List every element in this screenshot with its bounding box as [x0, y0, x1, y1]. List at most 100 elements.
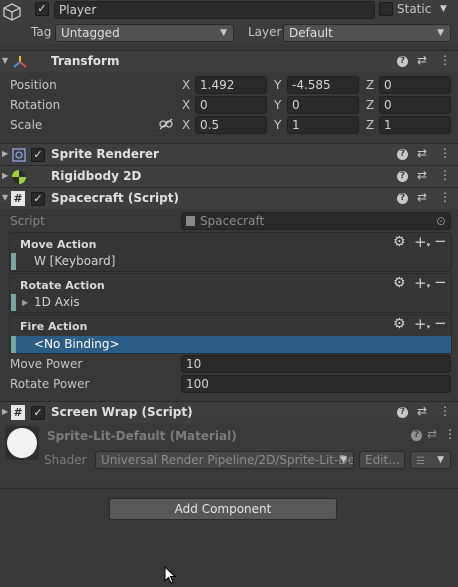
script-file-icon [186, 216, 195, 226]
rotation-y-field[interactable]: 0 [287, 96, 359, 114]
spacecraft-enabled-checkbox[interactable]: ✓ [31, 192, 45, 206]
presets-icon[interactable]: ⇄ [417, 146, 427, 160]
position-y-field[interactable]: -4.585 [287, 76, 359, 94]
layer-label: Layer [248, 25, 282, 39]
rigidbody-icon [11, 169, 27, 188]
axis-y-label[interactable]: Y [274, 78, 281, 92]
script-label: Script [10, 214, 45, 228]
rotation-x-field[interactable]: 0 [195, 96, 267, 114]
fold-arrow-icon[interactable]: ▼ [2, 193, 8, 202]
screen-wrap-enabled-checkbox[interactable]: ✓ [31, 406, 45, 420]
fold-arrow-icon[interactable]: ▶ [2, 407, 8, 416]
shader-label: Shader [44, 453, 87, 467]
layer-dropdown[interactable]: Default ▼ [283, 24, 451, 42]
context-menu-icon[interactable]: ⋮ [439, 404, 451, 418]
position-label: Position [10, 78, 57, 92]
chevron-down-icon: ▼ [437, 28, 444, 38]
presets-icon[interactable]: ⇄ [417, 404, 427, 418]
gear-icon[interactable]: ⚙ [393, 316, 406, 332]
tag-value: Untagged [61, 26, 120, 40]
add-binding-icon[interactable]: +▾ [414, 274, 430, 292]
axis-z-label[interactable]: Z [366, 118, 374, 132]
scale-x-field[interactable]: 0.5 [195, 116, 267, 134]
rotate-action-title: Rotate Action [20, 279, 105, 292]
constrain-proportions-icon[interactable] [159, 118, 173, 133]
scale-z-field[interactable]: 1 [379, 116, 451, 134]
move-power-field[interactable]: 10 [181, 355, 451, 373]
axis-y-label[interactable]: Y [274, 98, 281, 112]
tag-dropdown[interactable]: Untagged ▼ [55, 24, 234, 42]
context-menu-icon[interactable]: ⋮ [439, 190, 451, 204]
add-binding-icon[interactable]: +▾ [414, 233, 430, 251]
context-menu-icon[interactable]: ⋮ [439, 53, 451, 67]
shader-options-button[interactable]: ☰ ▼ [410, 451, 451, 469]
sprite-renderer-header[interactable]: ▶ ✓ Sprite Renderer ? ⇄ ⋮ [0, 143, 458, 165]
static-label: Static [397, 2, 432, 16]
presets-icon[interactable]: ⇄ [417, 53, 427, 67]
object-picker-icon[interactable]: ⊙ [436, 213, 446, 229]
fold-arrow-icon[interactable]: ▶ [2, 149, 8, 158]
help-icon[interactable]: ? [397, 193, 408, 204]
fold-arrow-icon[interactable]: ▼ [2, 56, 8, 65]
sprite-renderer-enabled-checkbox[interactable]: ✓ [31, 148, 45, 162]
scale-y-field[interactable]: 1 [287, 116, 359, 134]
chevron-down-icon: ▼ [220, 28, 227, 38]
remove-icon[interactable]: − [434, 314, 447, 332]
presets-icon[interactable]: ⇄ [427, 427, 437, 441]
fire-action-section: Fire Action ⚙ +▾ − <No Binding> [9, 314, 452, 354]
static-checkbox[interactable] [379, 2, 393, 16]
fold-arrow-icon[interactable]: ▶ [2, 171, 8, 180]
move-power-label: Move Power [10, 357, 83, 371]
help-icon[interactable]: ? [397, 56, 408, 67]
name-field[interactable]: Player [54, 1, 375, 19]
add-binding-icon[interactable]: +▾ [414, 315, 430, 333]
remove-icon[interactable]: − [434, 232, 447, 250]
context-menu-icon[interactable]: ⋮ [444, 427, 456, 441]
remove-icon[interactable]: − [434, 273, 447, 291]
move-binding-row[interactable]: W [Keyboard] [11, 253, 451, 270]
screen-wrap-header[interactable]: ▶ # ✓ Screen Wrap (Script) ? ⇄ ⋮ [0, 401, 458, 423]
script-field: Spacecraft ⊙ [181, 212, 451, 230]
position-x-field[interactable]: 1.492 [195, 76, 267, 94]
help-icon[interactable]: ? [397, 149, 408, 160]
rigidbody-header[interactable]: ▶ Rigidbody 2D ? ⇄ ⋮ [0, 165, 458, 187]
active-checkbox[interactable]: ✓ [35, 2, 49, 16]
transform-header[interactable]: ▼ Transform ? ⇄ ⋮ [0, 50, 458, 72]
axis-z-label[interactable]: Z [366, 78, 374, 92]
presets-icon[interactable]: ⇄ [417, 168, 427, 182]
gear-icon[interactable]: ⚙ [393, 234, 406, 250]
add-component-button[interactable]: Add Component [109, 498, 337, 520]
axis-y-label[interactable]: Y [274, 118, 281, 132]
position-z-field[interactable]: 0 [379, 76, 451, 94]
fire-binding-label: <No Binding> [34, 337, 120, 351]
static-dropdown-icon[interactable]: ▼ [440, 4, 447, 14]
rotate-binding-row[interactable]: ▶ 1D Axis [11, 294, 451, 311]
material-preview[interactable] [5, 426, 39, 460]
help-icon[interactable]: ? [397, 407, 408, 418]
rotation-z-field[interactable]: 0 [379, 96, 451, 114]
fold-arrow-icon[interactable]: ▶ [22, 294, 28, 311]
help-icon[interactable]: ? [411, 430, 422, 441]
mouse-cursor-icon [164, 565, 177, 587]
context-menu-icon[interactable]: ⋮ [439, 146, 451, 160]
rotate-power-field[interactable]: 100 [181, 375, 451, 393]
axis-z-label[interactable]: Z [366, 98, 374, 112]
script-value: Spacecraft [200, 214, 265, 228]
context-menu-icon[interactable]: ⋮ [439, 168, 451, 182]
fire-action-title: Fire Action [20, 320, 88, 333]
tag-label: Tag [31, 25, 52, 39]
axis-x-label[interactable]: X [182, 78, 190, 92]
move-action-title: Move Action [20, 238, 97, 251]
rigidbody-title: Rigidbody 2D [51, 169, 142, 183]
spacecraft-header[interactable]: ▼ # ✓ Spacecraft (Script) ? ⇄ ⋮ [0, 187, 458, 209]
shader-dropdown[interactable]: Universal Render Pipeline/2D/Sprite-Lit-… [95, 451, 354, 469]
presets-icon[interactable]: ⇄ [417, 190, 427, 204]
gear-icon[interactable]: ⚙ [393, 275, 406, 291]
axis-x-label[interactable]: X [182, 98, 190, 112]
fire-binding-row[interactable]: <No Binding> [11, 336, 451, 353]
axis-x-label[interactable]: X [182, 118, 190, 132]
help-icon[interactable]: ? [397, 171, 408, 182]
rotate-binding-label: 1D Axis [34, 295, 80, 309]
gameobject-icon [2, 2, 22, 22]
shader-edit-button[interactable]: Edit... [359, 451, 405, 469]
